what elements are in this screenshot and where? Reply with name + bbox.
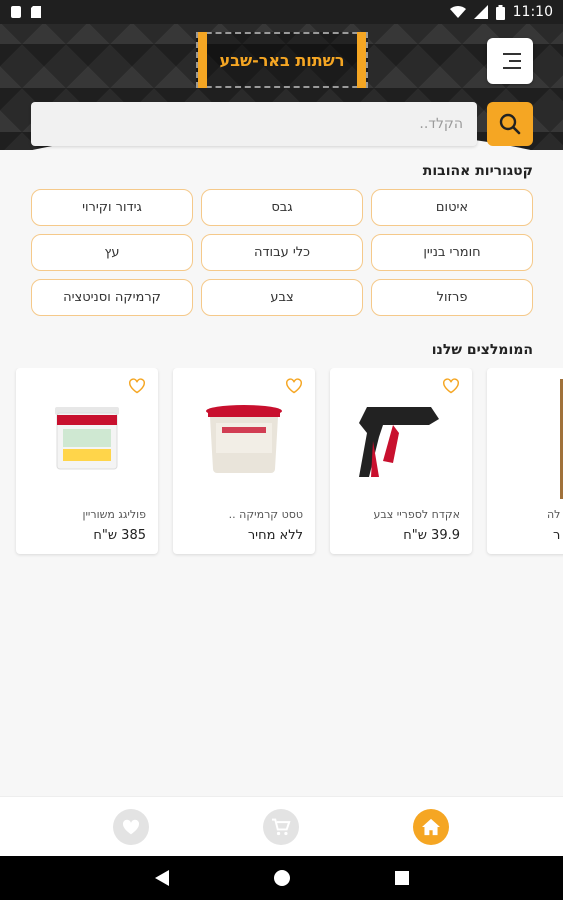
status-bar: 11:10 bbox=[0, 0, 563, 24]
category-chip[interactable]: גבס bbox=[201, 189, 363, 226]
category-chip[interactable]: פרזול bbox=[371, 279, 533, 316]
search-input[interactable] bbox=[31, 102, 477, 146]
product-card[interactable]: אקדח לספריי צבע 39.9 ש"ח bbox=[330, 368, 472, 554]
product-image bbox=[191, 386, 297, 492]
product-name: פוליגג משוריין bbox=[82, 508, 146, 521]
category-chip[interactable]: חומרי בניין bbox=[371, 234, 533, 271]
category-chip[interactable]: כלי עבודה bbox=[201, 234, 363, 271]
paint-bucket-image bbox=[55, 407, 119, 470]
menu-icon-line bbox=[503, 67, 521, 69]
product-image bbox=[34, 386, 140, 492]
category-chip[interactable]: איטום bbox=[371, 189, 533, 226]
paint-bucket-image bbox=[206, 405, 282, 473]
product-card[interactable]: פוליגג משוריין 385 ש"ח bbox=[16, 368, 158, 554]
clock: 11:10 bbox=[512, 4, 553, 20]
battery-icon bbox=[495, 4, 505, 20]
products-carousel[interactable]: פוליגג משוריין 385 ש"ח טסט קרמיקה .. ללא… bbox=[0, 368, 563, 558]
categories-title: קטגוריות אהובות bbox=[422, 163, 533, 179]
system-navigation-bar bbox=[0, 856, 563, 900]
category-chip[interactable]: עץ bbox=[31, 234, 193, 271]
category-chip[interactable]: צבע bbox=[201, 279, 363, 316]
sd-card-icon bbox=[31, 6, 41, 18]
search-icon bbox=[499, 113, 521, 135]
product-price: 385 ש"ח bbox=[93, 528, 146, 543]
menu-icon-line bbox=[509, 60, 521, 62]
product-name: אקדח לספריי צבע bbox=[373, 508, 460, 521]
product-price: ר bbox=[553, 528, 561, 543]
menu-icon-line bbox=[503, 53, 521, 55]
wifi-icon bbox=[449, 5, 466, 19]
home-tab[interactable] bbox=[413, 809, 449, 845]
logo-bar-left bbox=[198, 32, 207, 88]
product-price: 39.9 ש"ח bbox=[403, 528, 460, 543]
recents-icon[interactable] bbox=[393, 868, 411, 888]
product-name: טסט קרמיקה .. bbox=[228, 508, 303, 521]
logo-bar-right bbox=[357, 32, 366, 88]
product-card[interactable]: טסט קרמיקה .. ללא מחיר bbox=[173, 368, 315, 554]
menu-button[interactable] bbox=[487, 38, 533, 84]
category-chip[interactable]: גידור וקירוי bbox=[31, 189, 193, 226]
bottom-navigation bbox=[0, 796, 563, 856]
logo-text: רשתות באר-שבע bbox=[219, 50, 345, 70]
favorites-icon bbox=[122, 819, 140, 835]
cart-tab[interactable] bbox=[263, 809, 299, 845]
search-bar bbox=[31, 102, 533, 146]
cart-icon bbox=[272, 818, 291, 836]
home-icon bbox=[422, 818, 440, 836]
categories-grid: איטום גבס גידור וקירוי חומרי בניין כלי ע… bbox=[31, 189, 533, 316]
favorites-tab[interactable] bbox=[113, 809, 149, 845]
spray-gun-image bbox=[359, 407, 439, 477]
product-price: ללא מחיר bbox=[247, 528, 303, 543]
recommended-title: המומלצים שלנו bbox=[431, 342, 533, 358]
signal-icon bbox=[473, 5, 488, 19]
product-card[interactable]: לה ר bbox=[487, 368, 563, 554]
wood-beam-image bbox=[560, 379, 563, 499]
product-image bbox=[348, 386, 454, 492]
back-icon[interactable] bbox=[153, 868, 171, 888]
search-button[interactable] bbox=[487, 102, 533, 146]
product-name: לה bbox=[547, 508, 561, 521]
product-image bbox=[527, 379, 563, 499]
home-circle-icon[interactable] bbox=[272, 868, 292, 888]
category-chip[interactable]: קרמיקה וסניטציה bbox=[31, 279, 193, 316]
notification-icon bbox=[11, 6, 21, 18]
logo: רשתות באר-שבע bbox=[196, 32, 368, 88]
